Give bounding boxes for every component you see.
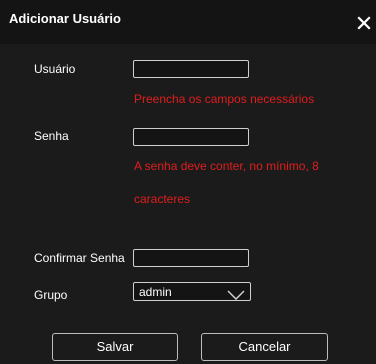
password-label: Senha [34, 129, 69, 143]
confirm-password-label: Confirmar Senha [34, 251, 125, 265]
password-input[interactable] [133, 128, 249, 146]
cancel-button[interactable]: Cancelar [201, 333, 328, 361]
group-label: Grupo [34, 288, 68, 302]
chevron-down-icon [227, 287, 245, 301]
dialog-titlebar: Adicionar Usuário [0, 0, 376, 44]
confirm-password-input[interactable] [133, 249, 249, 267]
username-input[interactable] [133, 60, 249, 78]
password-error-message: A senha deve conter, no mínimo, 8 [134, 159, 319, 173]
dialog-title: Adicionar Usuário [9, 11, 121, 26]
add-user-dialog: Adicionar Usuário Usuário Preencha os ca… [0, 0, 376, 364]
group-select-value: admin [139, 285, 172, 299]
close-icon[interactable] [356, 15, 372, 31]
username-label: Usuário [34, 62, 76, 76]
password-error-message-continued: caracteres [134, 192, 191, 206]
username-error-message: Preencha os campos necessários [134, 92, 315, 106]
group-select[interactable]: admin [133, 282, 251, 301]
save-button[interactable]: Salvar [52, 333, 178, 361]
